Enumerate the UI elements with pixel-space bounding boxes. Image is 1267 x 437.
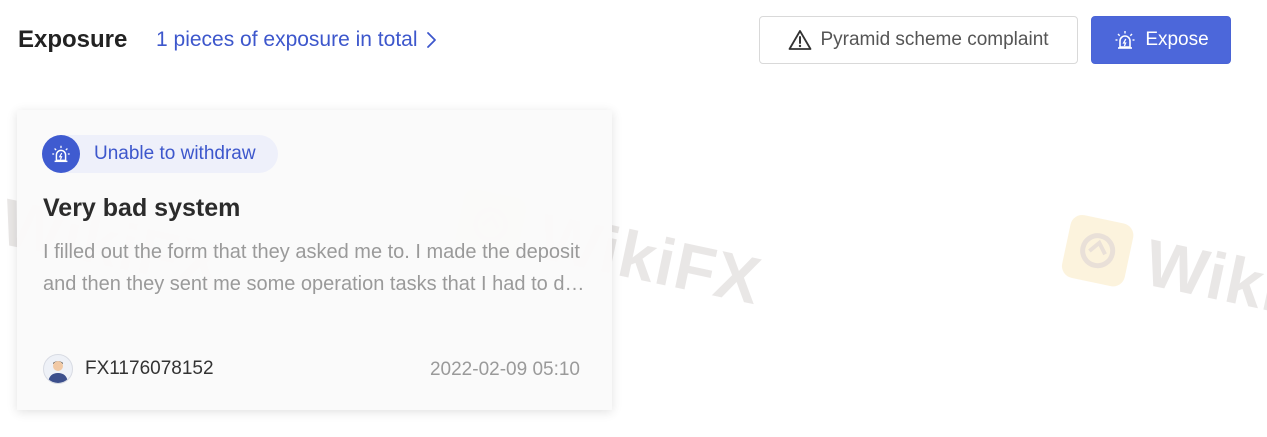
- warning-triangle-icon: [788, 29, 812, 51]
- exposure-timestamp: 2022-02-09 05:10: [429, 359, 580, 380]
- author-name: FX1176078152: [85, 358, 214, 379]
- user-avatar-icon: [43, 354, 73, 384]
- chevron-right-icon: [426, 32, 436, 48]
- alarm-siren-icon: [42, 135, 80, 173]
- issue-tag: Unable to withdraw: [42, 135, 278, 173]
- exposure-card[interactable]: Unable to withdraw Very bad system I fil…: [17, 110, 612, 410]
- exposure-body: I filled out the form that they asked me…: [43, 241, 582, 295]
- watermark-text: WikiFX: [1138, 224, 1267, 345]
- watermark: WikiFX: [1058, 207, 1267, 345]
- complaint-button-label: Pyramid scheme complaint: [820, 29, 1049, 50]
- exposure-author: FX1176078152: [43, 354, 214, 384]
- pyramid-scheme-complaint-button[interactable]: Pyramid scheme complaint: [759, 16, 1078, 64]
- alarm-siren-icon: [1113, 28, 1137, 52]
- exposure-header: Exposure 1 pieces of exposure in total P…: [0, 0, 1267, 82]
- exposure-title: Very bad system: [43, 194, 241, 222]
- exposure-total-label: 1 pieces of exposure in total: [156, 28, 418, 51]
- watermark-logo-icon: [1059, 212, 1136, 289]
- issue-tag-label: Unable to withdraw: [94, 143, 256, 164]
- page-title: Exposure: [18, 26, 128, 53]
- exposure-total-link[interactable]: 1 pieces of exposure in total: [156, 28, 437, 52]
- expose-button-label: Expose: [1145, 29, 1209, 50]
- expose-button[interactable]: Expose: [1091, 16, 1231, 64]
